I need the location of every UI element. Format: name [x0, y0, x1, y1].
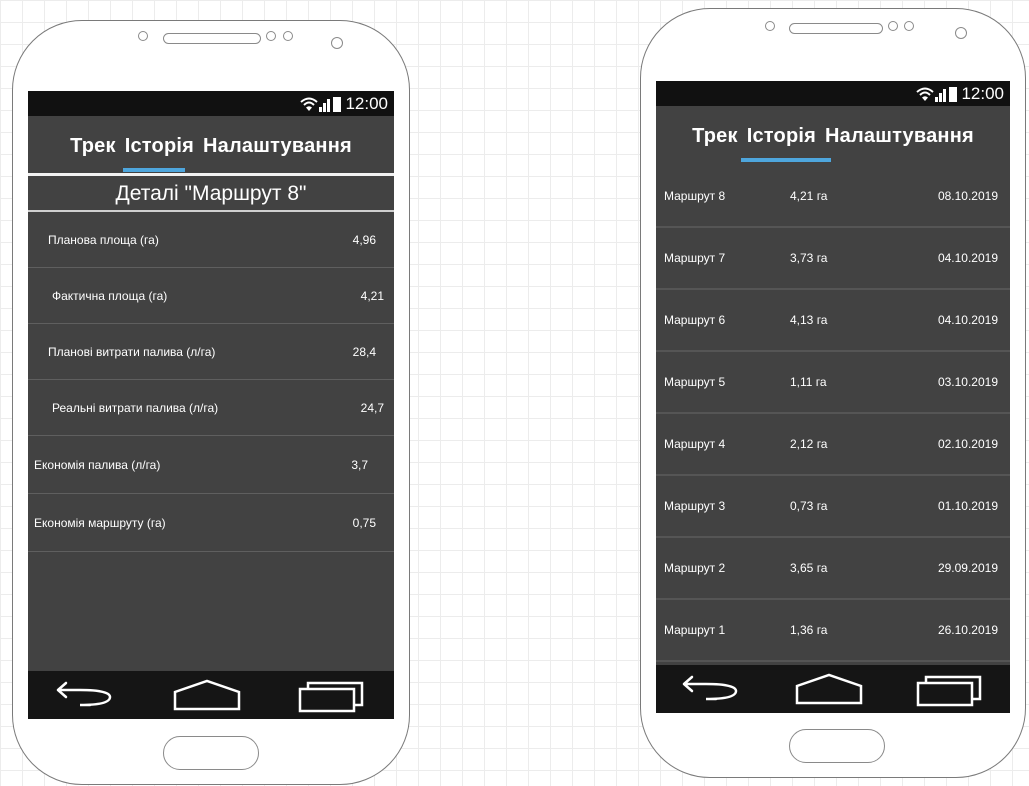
- tab-track[interactable]: Трек: [692, 125, 738, 148]
- tab-bar: Трек Історія Налаштування: [28, 116, 394, 176]
- home-icon[interactable]: [793, 672, 865, 706]
- route-date: 04.10.2019: [937, 251, 998, 265]
- route-name: Маршрут 1: [664, 623, 726, 637]
- home-button[interactable]: [789, 729, 885, 763]
- detail-row-route-economy: Економія маршруту (га) 0,75: [28, 494, 394, 552]
- route-row[interactable]: Маршрут 6 4,13 га 04.10.2019: [656, 290, 1010, 352]
- battery-icon: [949, 86, 958, 102]
- active-tab-indicator: [123, 168, 185, 172]
- route-area: 2,12 га: [790, 437, 828, 451]
- route-name: Маршрут 5: [664, 375, 726, 389]
- route-area: 1,11 га: [790, 375, 827, 389]
- screen: 12:00 Трек Історія Налаштування Маршрут …: [656, 81, 1010, 713]
- detail-value: 24,7: [360, 400, 384, 415]
- detail-row-planned-fuel: Планові витрати палива (л/га) 28,4: [28, 324, 394, 380]
- route-area: 4,13 га: [790, 313, 828, 327]
- speaker-slot: [789, 23, 883, 34]
- back-icon[interactable]: [54, 678, 118, 712]
- route-name: Маршрут 2: [664, 561, 726, 575]
- detail-label: Реальні витрати палива (л/га): [52, 400, 219, 415]
- speaker-slot: [163, 33, 261, 44]
- tab-settings[interactable]: Налаштування: [825, 125, 974, 148]
- detail-row-planned-area: Планова площа (га) 4,96: [28, 212, 394, 268]
- route-name: Маршрут 8: [664, 189, 726, 203]
- divider: [28, 173, 394, 176]
- route-date: 08.10.2019: [937, 189, 998, 203]
- route-row[interactable]: Маршрут 1 1,36 га 26.10.2019: [656, 600, 1010, 662]
- proximity-sensor: [331, 37, 343, 49]
- active-tab-indicator: [741, 158, 831, 162]
- front-camera: [138, 31, 148, 41]
- route-area: 4,21 га: [790, 189, 828, 203]
- status-time: 12:00: [345, 93, 388, 113]
- sensor-dot: [888, 21, 898, 31]
- route-date: 03.10.2019: [937, 375, 998, 389]
- recent-apps-icon[interactable]: [914, 671, 986, 707]
- phone-mockup-details: 12:00 Трек Історія Налаштування Деталі "…: [12, 20, 410, 785]
- route-area: 0,73 га: [790, 499, 828, 513]
- wifi-icon: [300, 97, 319, 111]
- signal-icon: [935, 88, 947, 102]
- route-date: 04.10.2019: [937, 313, 998, 327]
- nav-bar: [656, 665, 1010, 713]
- detail-row-fuel-economy: Економія палива (л/га) 3,7: [28, 436, 394, 494]
- battery-icon: [333, 96, 342, 112]
- route-name: Маршрут 6: [664, 313, 726, 327]
- back-icon[interactable]: [680, 672, 744, 706]
- route-row[interactable]: Маршрут 4 2,12 га 02.10.2019: [656, 414, 1010, 476]
- nav-bar: [28, 671, 394, 719]
- route-area: 3,73 га: [790, 251, 828, 265]
- proximity-sensor: [955, 27, 967, 39]
- detail-value: 4,96: [352, 232, 376, 247]
- detail-label: Економія маршруту (га): [34, 515, 166, 530]
- detail-value: 3,7: [351, 457, 368, 472]
- detail-value: 28,4: [352, 344, 376, 359]
- details-title: Деталі "Маршрут 8": [115, 182, 307, 205]
- wifi-icon: [916, 87, 935, 101]
- front-camera: [765, 21, 775, 31]
- sensor-dot: [904, 21, 914, 31]
- route-name: Маршрут 3: [664, 499, 726, 513]
- detail-label: Планова площа (га): [48, 232, 159, 247]
- status-time: 12:00: [961, 83, 1004, 103]
- route-area: 1,36 га: [790, 623, 828, 637]
- phone-mockup-history: 12:00 Трек Історія Налаштування Маршрут …: [640, 8, 1026, 778]
- route-row[interactable]: Маршрут 3 0,73 га 01.10.2019: [656, 476, 1010, 538]
- detail-label: Фактична площа (га): [52, 288, 168, 303]
- detail-value: 4,21: [360, 288, 384, 303]
- status-bar: 12:00: [656, 81, 1010, 106]
- tab-history[interactable]: Історія: [125, 135, 194, 158]
- screen: 12:00 Трек Історія Налаштування Деталі "…: [28, 91, 394, 719]
- sensor-dot: [283, 31, 293, 41]
- route-date: 01.10.2019: [937, 499, 998, 513]
- detail-label: Планові витрати палива (л/га): [48, 344, 216, 359]
- detail-row-real-fuel: Реальні витрати палива (л/га) 24,7: [28, 380, 394, 436]
- tab-bar: Трек Історія Налаштування: [656, 106, 1010, 166]
- route-row[interactable]: Маршрут 7 3,73 га 04.10.2019: [656, 228, 1010, 290]
- route-name: Маршрут 7: [664, 251, 726, 265]
- status-bar: 12:00: [28, 91, 394, 116]
- route-date: 26.10.2019: [937, 623, 998, 637]
- tab-history[interactable]: Історія: [747, 125, 816, 148]
- route-name: Маршрут 4: [664, 437, 726, 451]
- route-row[interactable]: Маршрут 5 1,11 га 03.10.2019: [656, 352, 1010, 414]
- detail-label: Економія палива (л/га): [34, 457, 161, 472]
- detail-value: 0,75: [352, 515, 376, 530]
- route-date: 02.10.2019: [937, 437, 998, 451]
- route-date: 29.09.2019: [937, 561, 998, 575]
- signal-icon: [319, 98, 331, 112]
- detail-row-actual-area: Фактична площа (га) 4,21: [28, 268, 394, 324]
- route-area: 3,65 га: [790, 561, 828, 575]
- tab-settings[interactable]: Налаштування: [203, 135, 352, 158]
- home-button[interactable]: [163, 736, 259, 770]
- route-row[interactable]: Маршрут 2 3,65 га 29.09.2019: [656, 538, 1010, 600]
- routes-list: Маршрут 8 4,21 га 08.10.2019 Маршрут 7 3…: [656, 166, 1010, 662]
- recent-apps-icon[interactable]: [296, 677, 368, 713]
- tab-track[interactable]: Трек: [70, 135, 116, 158]
- route-row[interactable]: Маршрут 8 4,21 га 08.10.2019: [656, 166, 1010, 228]
- sensor-dot: [266, 31, 276, 41]
- details-list: Планова площа (га) 4,96 Фактична площа (…: [28, 212, 394, 552]
- home-icon[interactable]: [171, 678, 243, 712]
